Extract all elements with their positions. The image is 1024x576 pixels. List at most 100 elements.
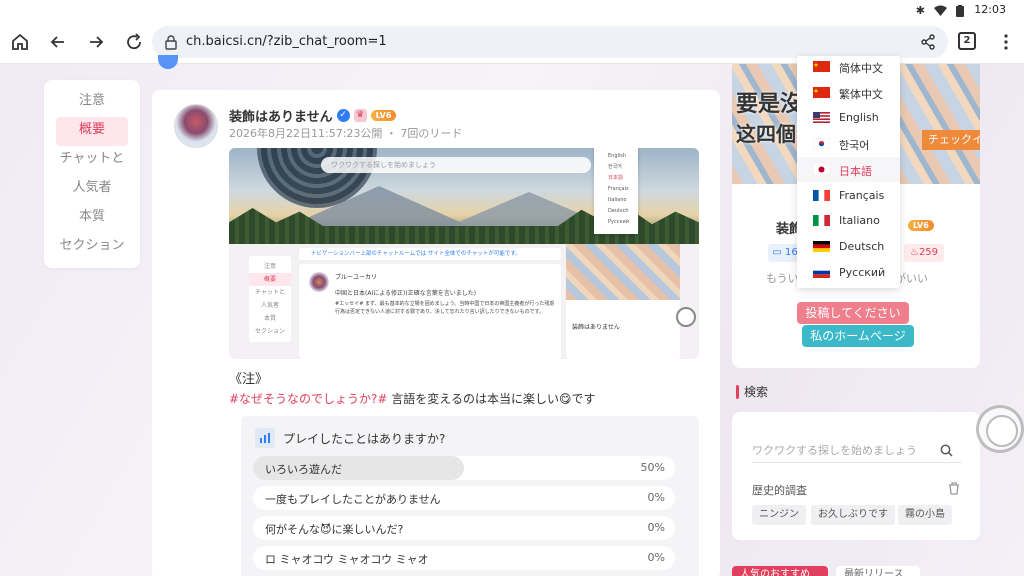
shot-right-card: 装飾はありません [566,244,680,359]
cover-text-2: 这四個 [736,122,796,146]
language-option[interactable]: Deutsch [797,234,900,259]
tab-popular[interactable]: 人気のおすすめ [732,566,828,576]
share-icon[interactable] [920,34,936,50]
shot-nav-item: 人気者 [260,302,279,309]
shot-lang-item: Русский [608,219,629,225]
search-card: ワクワクする探しを始めましょう 歴史的調査 ニンジン お久しぶりです 霧の小島 [732,412,980,540]
author-line: 装飾はありません ✓ ♛ LV6 [229,106,397,125]
post-text-body: 言語を変えるのは本当に楽しい😋です [387,392,596,406]
poll-option-label: 何がそんな😈に楽しいんだ? [265,523,404,536]
search-heading: 検索 [744,385,769,399]
back-icon[interactable] [46,30,70,54]
shot-lang-item: English [608,153,627,159]
cn-flag-icon [813,86,830,98]
language-menu: 简体中文繁体中文 English 한국어 日本語 Français Italiano Deu… [797,56,900,288]
clock: 12:03 [974,3,1006,16]
my-homepage-button[interactable]: 私のホームページ [802,325,914,347]
reload-icon[interactable] [122,30,146,54]
search-icon[interactable] [940,444,953,457]
ru-flag-icon [813,266,830,278]
it-flag-icon [813,215,830,227]
post-screenshot-image[interactable]: ワクワクする探しを始めましょう English 한국어 日本語 Français… [229,148,699,359]
language-option[interactable]: Français [797,183,900,208]
sidebar-desc-left: もうい [766,272,799,285]
shot-lang-item: Deutsch [608,208,629,214]
language-option[interactable]: 日本語 [797,156,900,182]
section-accent [736,385,739,399]
nav-item-essence[interactable]: 本質 [56,204,128,233]
history-chip[interactable]: ニンジン [752,505,806,525]
menu-kebab-icon[interactable] [994,30,1018,54]
poll-option[interactable]: ロ ミャオコウ ミャオコウ ミャオ 0% [253,546,675,570]
nav-item-section[interactable]: セクション [56,233,128,262]
search-input[interactable]: ワクワクする探しを始めましょう [752,442,962,458]
shot-language-menu: English 한국어 日本語 Français Italiano Deutsc… [594,148,638,234]
language-label: Français [839,188,885,202]
sidebar-level-badge: LV6 [908,220,934,231]
poll-option[interactable]: 何がそんな😈に楽しいんだ? 0% [253,516,675,540]
language-option[interactable]: 한국어 [797,131,900,156]
home-icon[interactable] [8,30,32,54]
post-text: #なぜそうなのでしょうか?# 言語を変えるのは本当に楽しい😋です [229,390,595,407]
shot-lang-item: Français [608,186,629,192]
language-option[interactable]: Русский [797,260,900,285]
bluetooth-icon: ✱ [915,4,925,17]
shot-post-heading: 中国と日本(AIによる修正)(正確な言葉を言いました) [335,290,477,297]
author-avatar[interactable] [174,104,218,148]
cn-flag-icon [813,61,830,72]
floating-assistive-button[interactable] [976,405,1024,453]
wifi-icon [934,5,947,16]
shot-nav: 注意 概要 チャットと 人気者 本質 セクション [249,256,291,342]
site-info-icon[interactable] [164,34,178,50]
language-label: Deutsch [839,239,885,253]
comment-icon: ▭ [772,247,782,258]
language-label: English [839,111,879,125]
language-option[interactable]: English [797,105,900,130]
tab-switcher-button[interactable]: 2 [958,32,976,50]
battery-icon [956,4,964,17]
poll-option-percent: 50% [640,461,665,474]
url-text[interactable]: ch.baicsi.cn/?zib_chat_room=1 [186,34,387,49]
nav-item-popular[interactable]: 人気者 [56,175,128,204]
poll-option[interactable]: いろいろ遊んだ 50% [253,456,675,480]
history-chip[interactable]: 霧の小島 [898,505,952,525]
tab-latest[interactable]: 最新リリース [836,566,920,576]
shot-nav-item: チャットと [255,289,285,296]
nav-item-overview[interactable]: 概要 [56,117,128,146]
checkin-badge[interactable]: チェックイン済み [922,130,980,150]
poll-title: プレイしたことはありますか? [283,432,446,446]
shot-right-image [566,244,680,300]
poll-option[interactable]: 一度もプレイしたことがありません 0% [253,486,675,510]
shot-banner: ナビゲーションバー上部のチャットルームでは サイト全体でのチャットが可能です。 [299,248,561,260]
poll-option-label: ロ ミャオコウ ミャオコウ ミャオ [265,553,429,566]
poll-option-label: 一度もプレイしたことがありません [265,493,441,506]
shot-lang-item: 한국어 [608,164,622,170]
shot-nav-item: 本質 [263,315,276,322]
history-chip[interactable]: お久しぶりです [811,505,895,525]
shot-nav-item: 注意 [263,263,276,270]
poll-option-percent: 0% [647,491,665,504]
shot-nav-item: セクション [254,328,285,335]
shot-page-body: 注意 概要 チャットと 人気者 本質 セクション ナビゲーションバー上部のチャッ… [229,244,699,359]
language-label: 简体中文 [839,62,883,75]
post-button[interactable]: 投稿してください [797,302,909,324]
vip-icon: ♛ [353,109,367,122]
author-name[interactable]: 装飾はありません [229,106,333,125]
shot-lang-item: 日本語 [608,175,624,181]
language-label: Italiano [839,214,880,228]
language-option[interactable]: 简体中文 [797,54,900,79]
language-label: Русский [839,265,886,279]
poll-chart-icon [255,428,275,448]
nav-item-chat[interactable]: チャットと [56,146,128,175]
forward-icon[interactable] [84,30,108,54]
nav-item-note[interactable]: 注意 [56,88,128,117]
topic-tag[interactable]: #なぜそうなのでしょうか?# [229,392,387,406]
verified-icon: ✓ [336,109,350,122]
trash-icon[interactable] [948,482,960,495]
shot-right-name: 装飾はありません [572,324,620,331]
shot-nav-item: 概要 [249,273,291,286]
shot-avatar [309,272,329,292]
language-option[interactable]: Italiano [797,208,900,233]
post-meta: 2026年8月22日11:57:23公開 ・ 7回のリード [229,127,463,140]
language-option[interactable]: 繁体中文 [797,80,900,105]
